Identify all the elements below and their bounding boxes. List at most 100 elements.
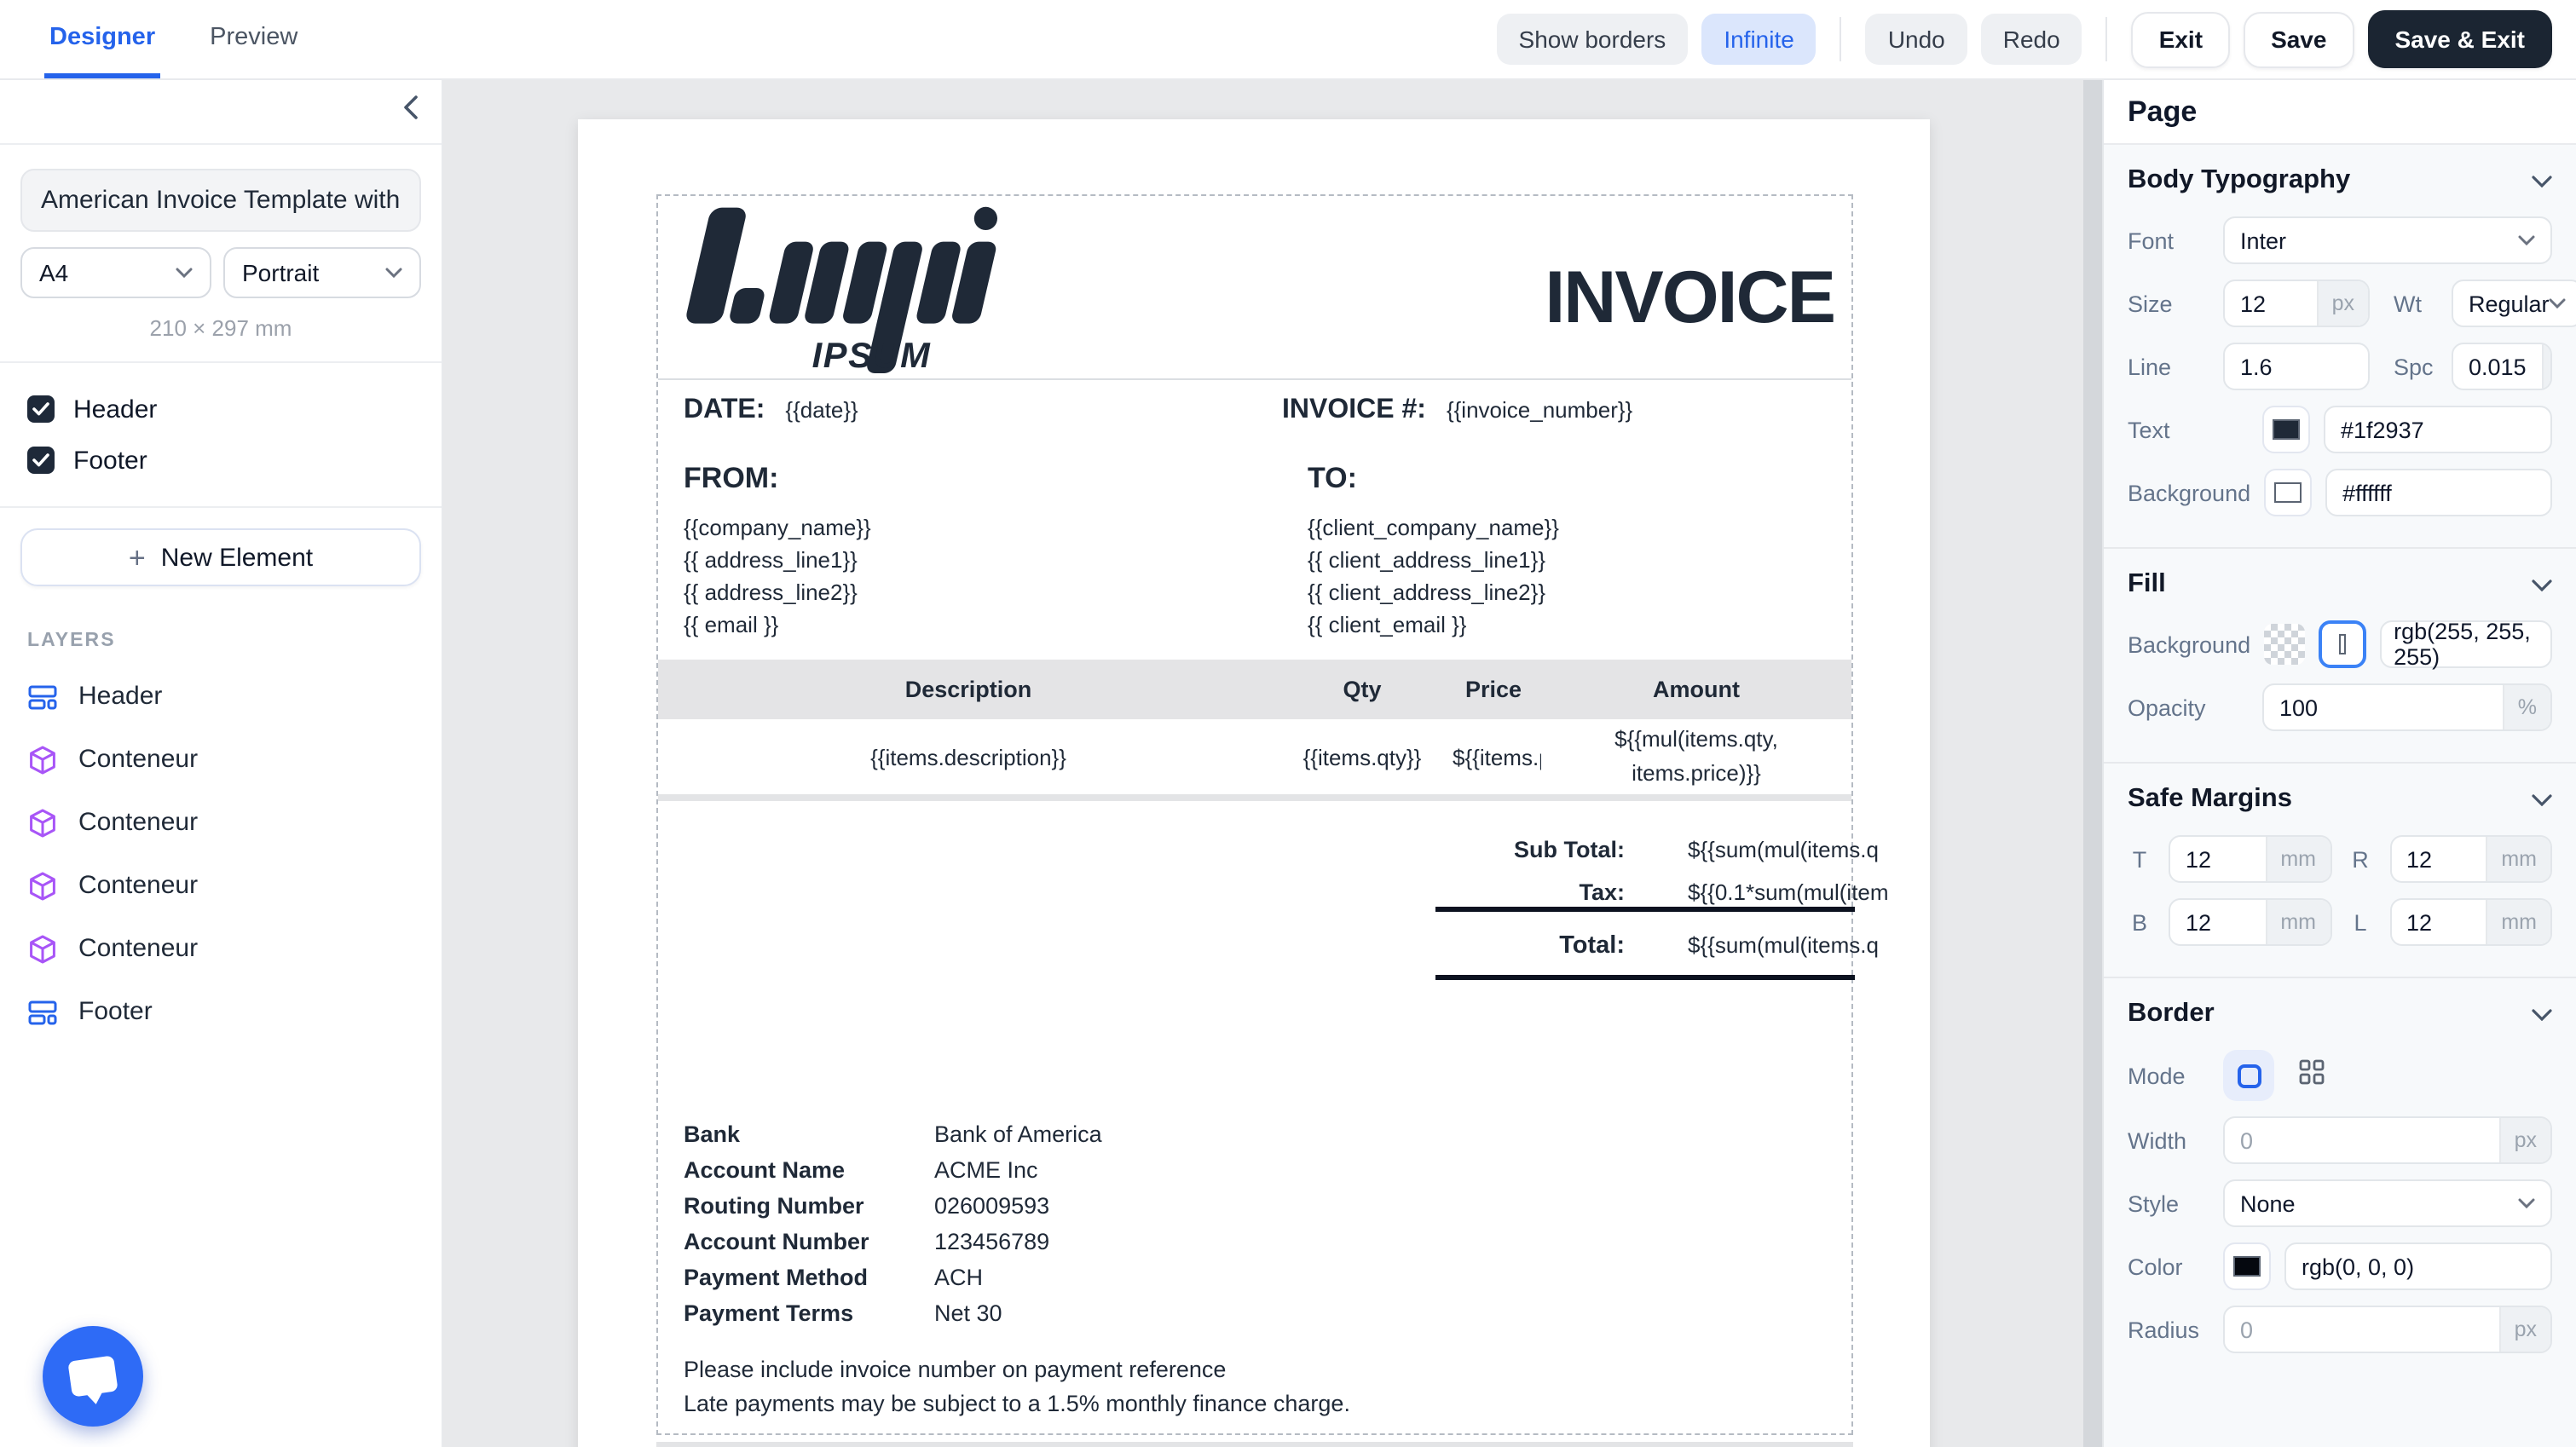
margin-left-input[interactable]: 12 mm: [2389, 898, 2552, 946]
to-block[interactable]: TO: {{client_company_name}} {{ client_ad…: [1308, 462, 1559, 641]
safe-margins-header[interactable]: Safe Margins: [2128, 784, 2552, 815]
logo-ipsum-text: IPSUM: [812, 335, 932, 373]
border-mode-all-button[interactable]: [2223, 1050, 2274, 1101]
payment-notes[interactable]: Please include invoice number on payment…: [684, 1353, 1350, 1420]
layer-item-footer[interactable]: Footer: [0, 980, 442, 1043]
from-block[interactable]: FROM: {{company_name}} {{ address_line1}…: [684, 462, 871, 641]
border-width-input[interactable]: 0 px: [2223, 1116, 2552, 1164]
margin-top-input[interactable]: 12 mm: [2169, 835, 2331, 883]
font-weight-select[interactable]: Regular: [2452, 280, 2576, 327]
col-qty: Qty: [1343, 677, 1382, 702]
chevron-down-icon: [2532, 175, 2552, 187]
unit-mm: mm: [2486, 900, 2550, 944]
transparency-checker-icon[interactable]: [2264, 624, 2306, 665]
save-and-exit-button[interactable]: Save & Exit: [2367, 10, 2552, 68]
margin-left-label: L: [2354, 909, 2367, 935]
section-title: Fill: [2128, 569, 2166, 598]
border-style-select[interactable]: None: [2223, 1179, 2552, 1227]
canvas-scrollbar[interactable]: [2083, 80, 2102, 1447]
items-table[interactable]: Description Qty Price Amount {{items.des…: [658, 660, 1851, 802]
layer-item-container[interactable]: Conteneur: [0, 728, 442, 791]
exit-button[interactable]: Exit: [2131, 11, 2231, 67]
infinite-toggle-button[interactable]: Infinite: [1701, 14, 1816, 65]
unit-px: px: [2498, 1307, 2550, 1352]
bg-color-swatch[interactable]: [2264, 469, 2313, 516]
undo-button[interactable]: Undo: [1865, 14, 1967, 65]
layer-label: Footer: [78, 997, 153, 1026]
unit-percent: %: [2502, 685, 2550, 729]
fill-color-swatch[interactable]: [2319, 620, 2367, 668]
save-button[interactable]: Save: [2244, 11, 2354, 67]
border-color-swatch[interactable]: [2223, 1242, 2271, 1290]
unit-mm: mm: [2486, 837, 2550, 881]
chat-support-button[interactable]: [43, 1326, 143, 1427]
bank-details[interactable]: Bank Bank of America Account Name ACME I…: [684, 1116, 1102, 1331]
invoice-page[interactable]: IPSUM INVOICE DATE: {{date}} INVOICE #: …: [578, 119, 1930, 1447]
letter-spacing-label: Spc: [2394, 354, 2434, 379]
font-select[interactable]: Inter: [2223, 216, 2552, 264]
footer-toggle-row[interactable]: Footer: [27, 435, 414, 486]
body-typography-header[interactable]: Body Typography: [2128, 165, 2552, 196]
fill-section: Fill Background rgb(255, 255, 255) Opaci…: [2104, 549, 2576, 764]
header-checkbox[interactable]: [27, 395, 55, 423]
footer-checkbox[interactable]: [27, 447, 55, 474]
safe-margins-section: Safe Margins T 12 mm R 12 mm B 12 mm L 1…: [2104, 764, 2576, 978]
company-logo[interactable]: IPSUM: [680, 199, 1004, 382]
opacity-input[interactable]: 100 %: [2262, 683, 2552, 731]
tab-preview[interactable]: Preview: [205, 0, 303, 78]
redo-button[interactable]: Redo: [1980, 14, 2082, 65]
invoice-date-row[interactable]: DATE: {{date}}: [684, 395, 858, 426]
fill-header[interactable]: Fill: [2128, 569, 2552, 600]
border-header[interactable]: Border: [2128, 999, 2552, 1029]
margin-bottom-input[interactable]: 12 mm: [2169, 898, 2331, 946]
design-canvas[interactable]: IPSUM INVOICE DATE: {{date}} INVOICE #: …: [443, 80, 2102, 1447]
invoice-title[interactable]: INVOICE: [1545, 257, 1836, 341]
page-dimensions-label: 210 × 297 mm: [149, 315, 292, 341]
collapse-sidebar-icon[interactable]: [402, 95, 418, 128]
layer-item-container[interactable]: Conteneur: [0, 854, 442, 917]
weight-label: Wt: [2394, 291, 2422, 316]
new-element-button[interactable]: + New Element: [20, 528, 421, 586]
border-color-value: rgb(0, 0, 0): [2302, 1254, 2415, 1279]
fill-color-input[interactable]: rgb(255, 255, 255): [2380, 619, 2552, 670]
toolbar-actions: Show borders Infinite Undo Redo Exit Sav…: [1496, 0, 2576, 78]
margin-right-input[interactable]: 12 mm: [2389, 835, 2552, 883]
note-line: Please include invoice number on payment…: [684, 1357, 1227, 1382]
line-height-input[interactable]: 1.6: [2223, 343, 2370, 390]
orientation-select[interactable]: Portrait: [223, 247, 421, 298]
layer-item-header[interactable]: Header: [0, 665, 442, 728]
show-borders-button[interactable]: Show borders: [1496, 14, 1689, 65]
border-color-input[interactable]: rgb(0, 0, 0): [2284, 1242, 2552, 1290]
chevron-down-icon: [2532, 1008, 2552, 1020]
tab-designer[interactable]: Designer: [44, 0, 161, 78]
font-size-input[interactable]: 12 px: [2223, 280, 2370, 327]
section-toggles: Header Footer: [0, 363, 442, 506]
margin-bottom-value: 12: [2186, 909, 2212, 935]
border-radius-label: Radius: [2128, 1317, 2200, 1342]
tax-label: Tax:: [1579, 879, 1625, 905]
letter-spacing-input[interactable]: 0.015 em: [2452, 343, 2552, 390]
layer-label: Conteneur: [78, 745, 199, 774]
total-value: ${{sum(mul(items.q: [1688, 932, 1879, 958]
header-toggle-row[interactable]: Header: [27, 383, 414, 435]
border-sides-button[interactable]: [2298, 1058, 2325, 1093]
divider: [2105, 17, 2108, 61]
opacity-value: 100: [2279, 695, 2319, 720]
invoice-content-container[interactable]: IPSUM INVOICE DATE: {{date}} INVOICE #: …: [656, 194, 1889, 1435]
layer-item-container[interactable]: Conteneur: [0, 791, 442, 854]
subtotal-value: ${{sum(mul(items.q: [1688, 837, 1879, 862]
text-color-swatch[interactable]: [2262, 406, 2310, 453]
from-line: {{ address_line1}}: [684, 547, 858, 573]
bg-color-input[interactable]: #ffffff: [2325, 469, 2552, 516]
template-settings: A4 Portrait 210 × 297 mm: [0, 145, 442, 361]
page-size-select[interactable]: A4: [20, 247, 211, 298]
to-line: {{ client_address_line1}}: [1308, 547, 1546, 573]
text-color-input[interactable]: #1f2937: [2324, 406, 2552, 453]
layer-item-container[interactable]: Conteneur: [0, 917, 442, 980]
font-size-value: 12: [2240, 291, 2267, 316]
panel-title: Page: [2128, 95, 2198, 127]
invoice-number-row[interactable]: INVOICE #: {{invoice_number}}: [1282, 395, 1632, 426]
left-sidebar: A4 Portrait 210 × 297 mm Header: [0, 80, 443, 1447]
template-name-input[interactable]: [20, 169, 421, 232]
border-radius-input[interactable]: 0 px: [2223, 1306, 2552, 1353]
